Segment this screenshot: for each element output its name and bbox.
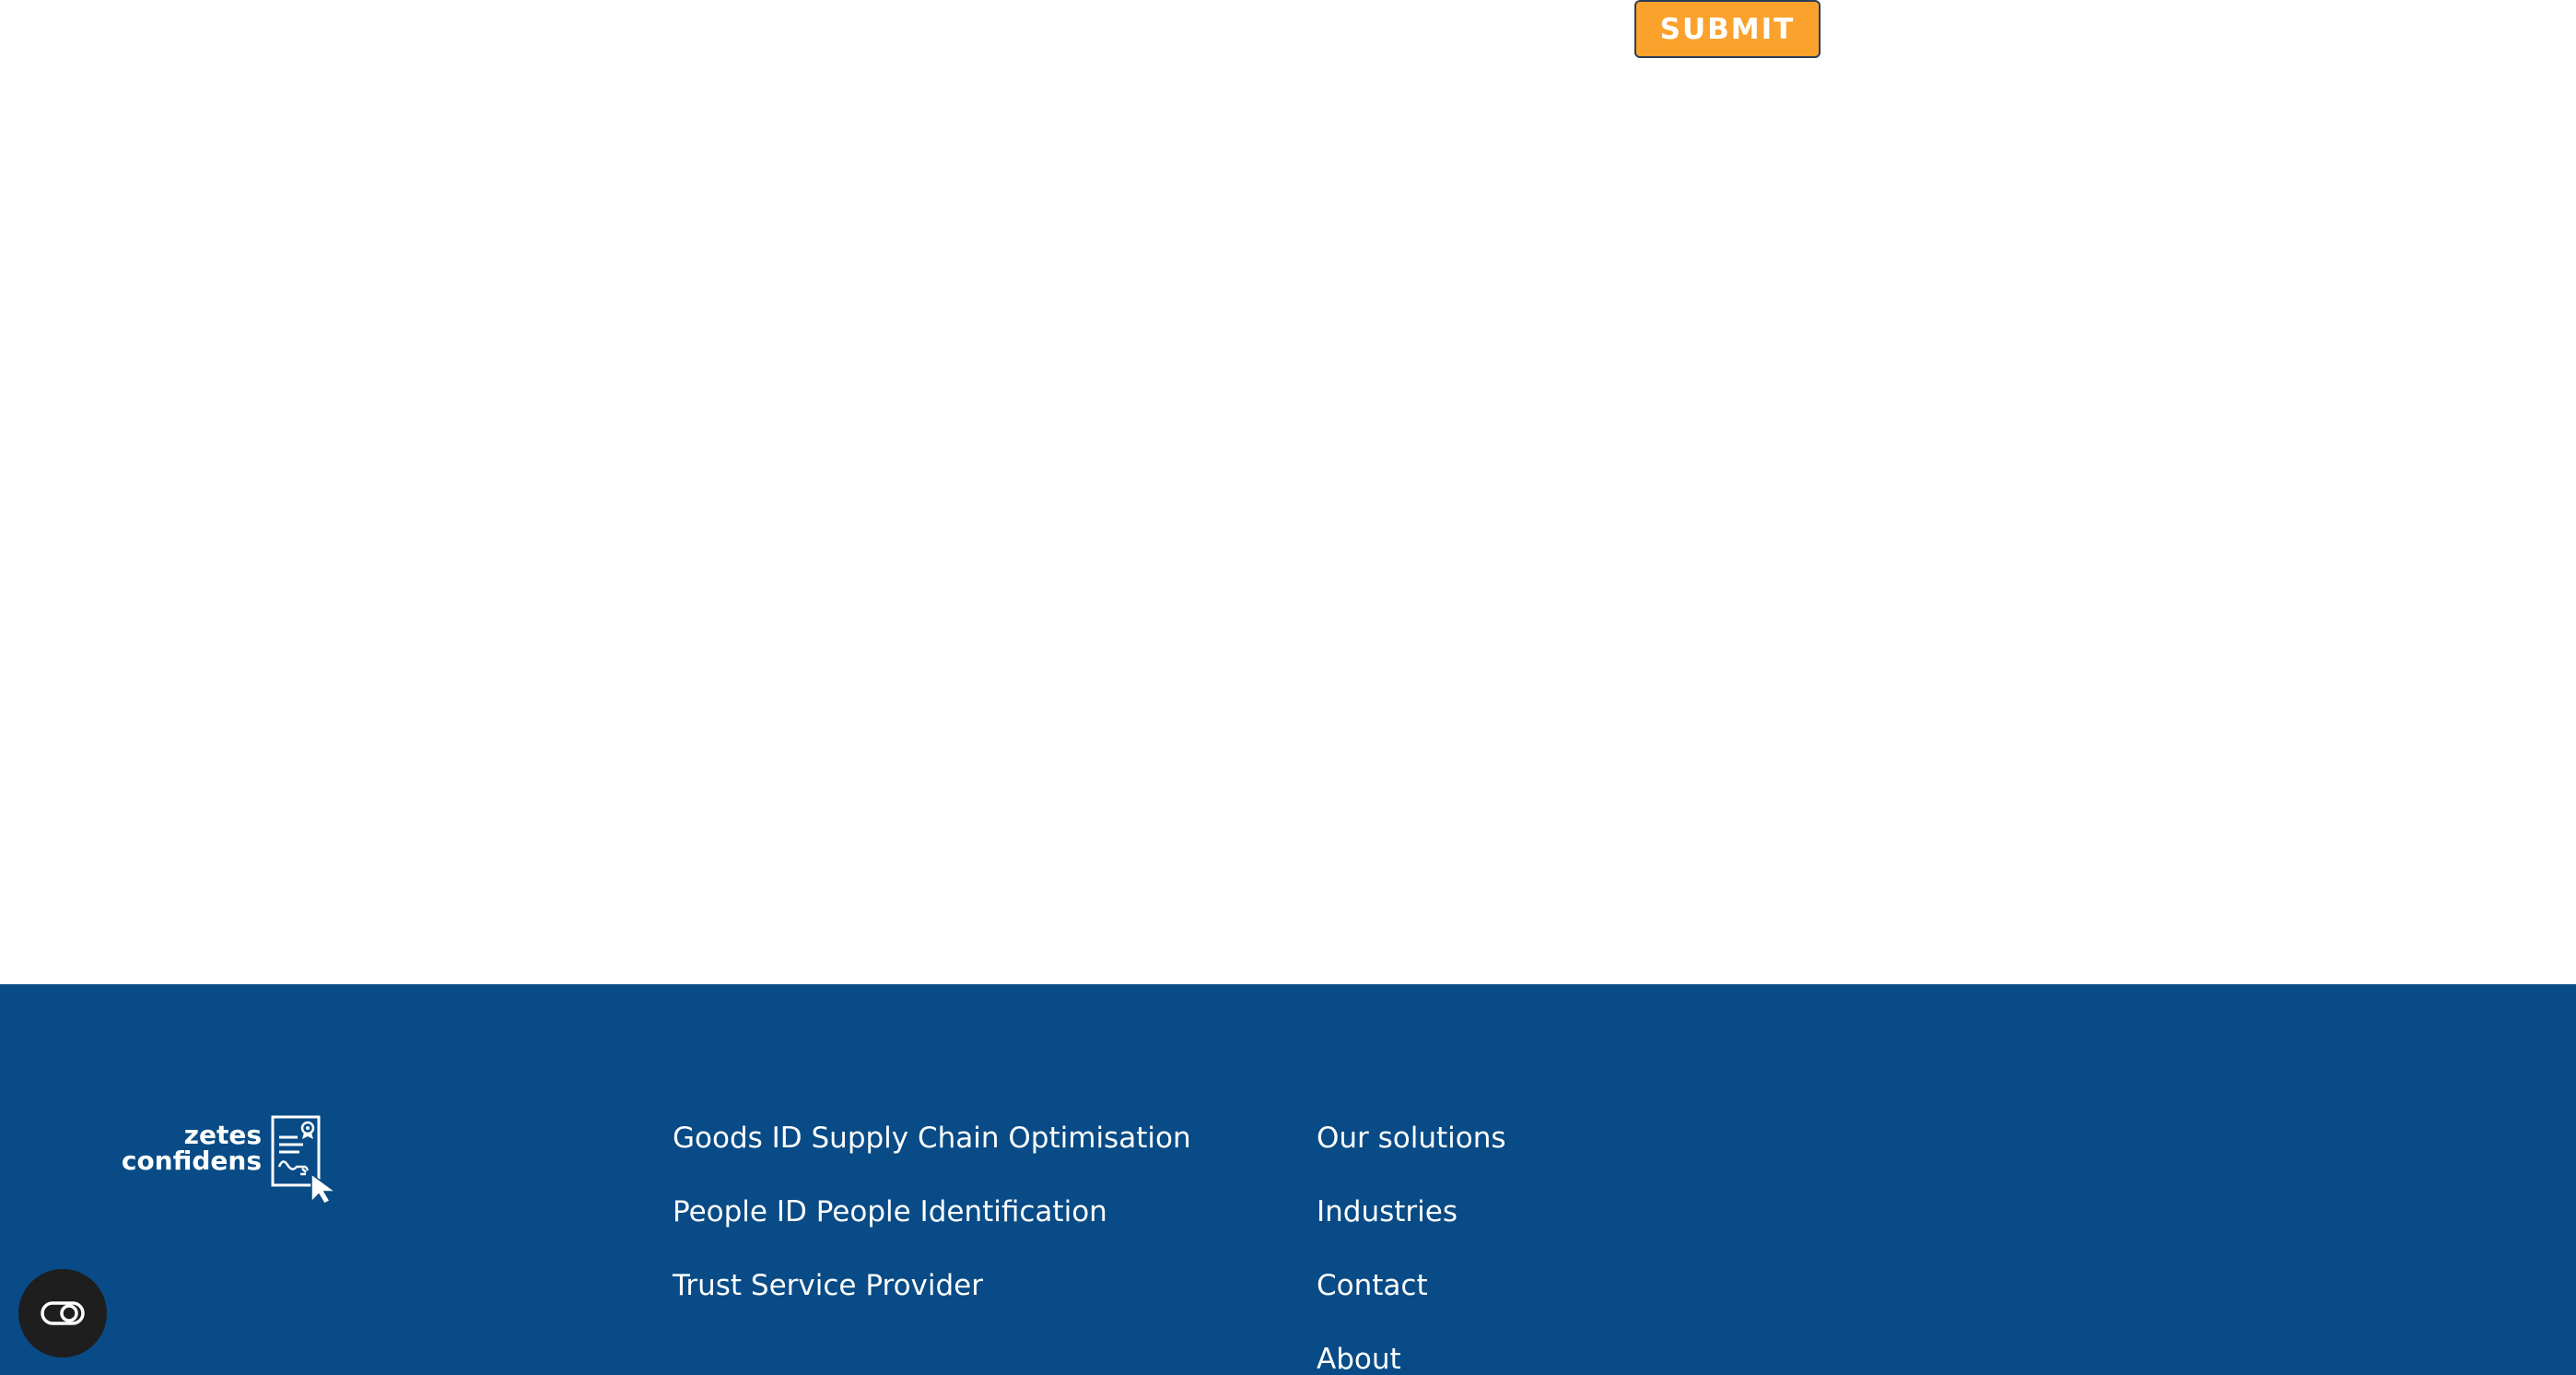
accessibility-toggle-icon [41, 1301, 85, 1325]
form-area: SUBMIT [0, 0, 2576, 984]
submit-button[interactable]: SUBMIT [1634, 0, 1821, 58]
footer-column-products: Goods ID Supply Chain Optimisation Peopl… [673, 1120, 1191, 1341]
footer-link-industries[interactable]: Industries [1317, 1193, 1506, 1230]
footer-link-trust-service-provider[interactable]: Trust Service Provider [673, 1267, 1191, 1304]
logo-line-1: zetes [183, 1120, 262, 1150]
logo-wordmark: zetes confidens [122, 1122, 262, 1174]
footer-link-about[interactable]: About [1317, 1341, 1506, 1375]
footer-column-company: Our solutions Industries Contact About [1317, 1120, 1506, 1375]
footer-link-people-id[interactable]: People ID People Identification [673, 1193, 1191, 1230]
logo-line-2: confidens [121, 1146, 262, 1176]
footer: zetes confidens Goods ID Supply Chain Op… [0, 984, 2576, 1375]
page: SUBMIT zetes confidens Goods ID Supply C… [0, 0, 2576, 1375]
footer-link-contact[interactable]: Contact [1317, 1267, 1506, 1304]
accessibility-button[interactable] [18, 1269, 107, 1357]
zetes-confidens-logo[interactable]: zetes confidens [122, 1113, 341, 1204]
footer-link-our-solutions[interactable]: Our solutions [1317, 1120, 1506, 1157]
footer-link-goods-id[interactable]: Goods ID Supply Chain Optimisation [673, 1120, 1191, 1157]
certificate-cursor-icon [271, 1115, 338, 1204]
